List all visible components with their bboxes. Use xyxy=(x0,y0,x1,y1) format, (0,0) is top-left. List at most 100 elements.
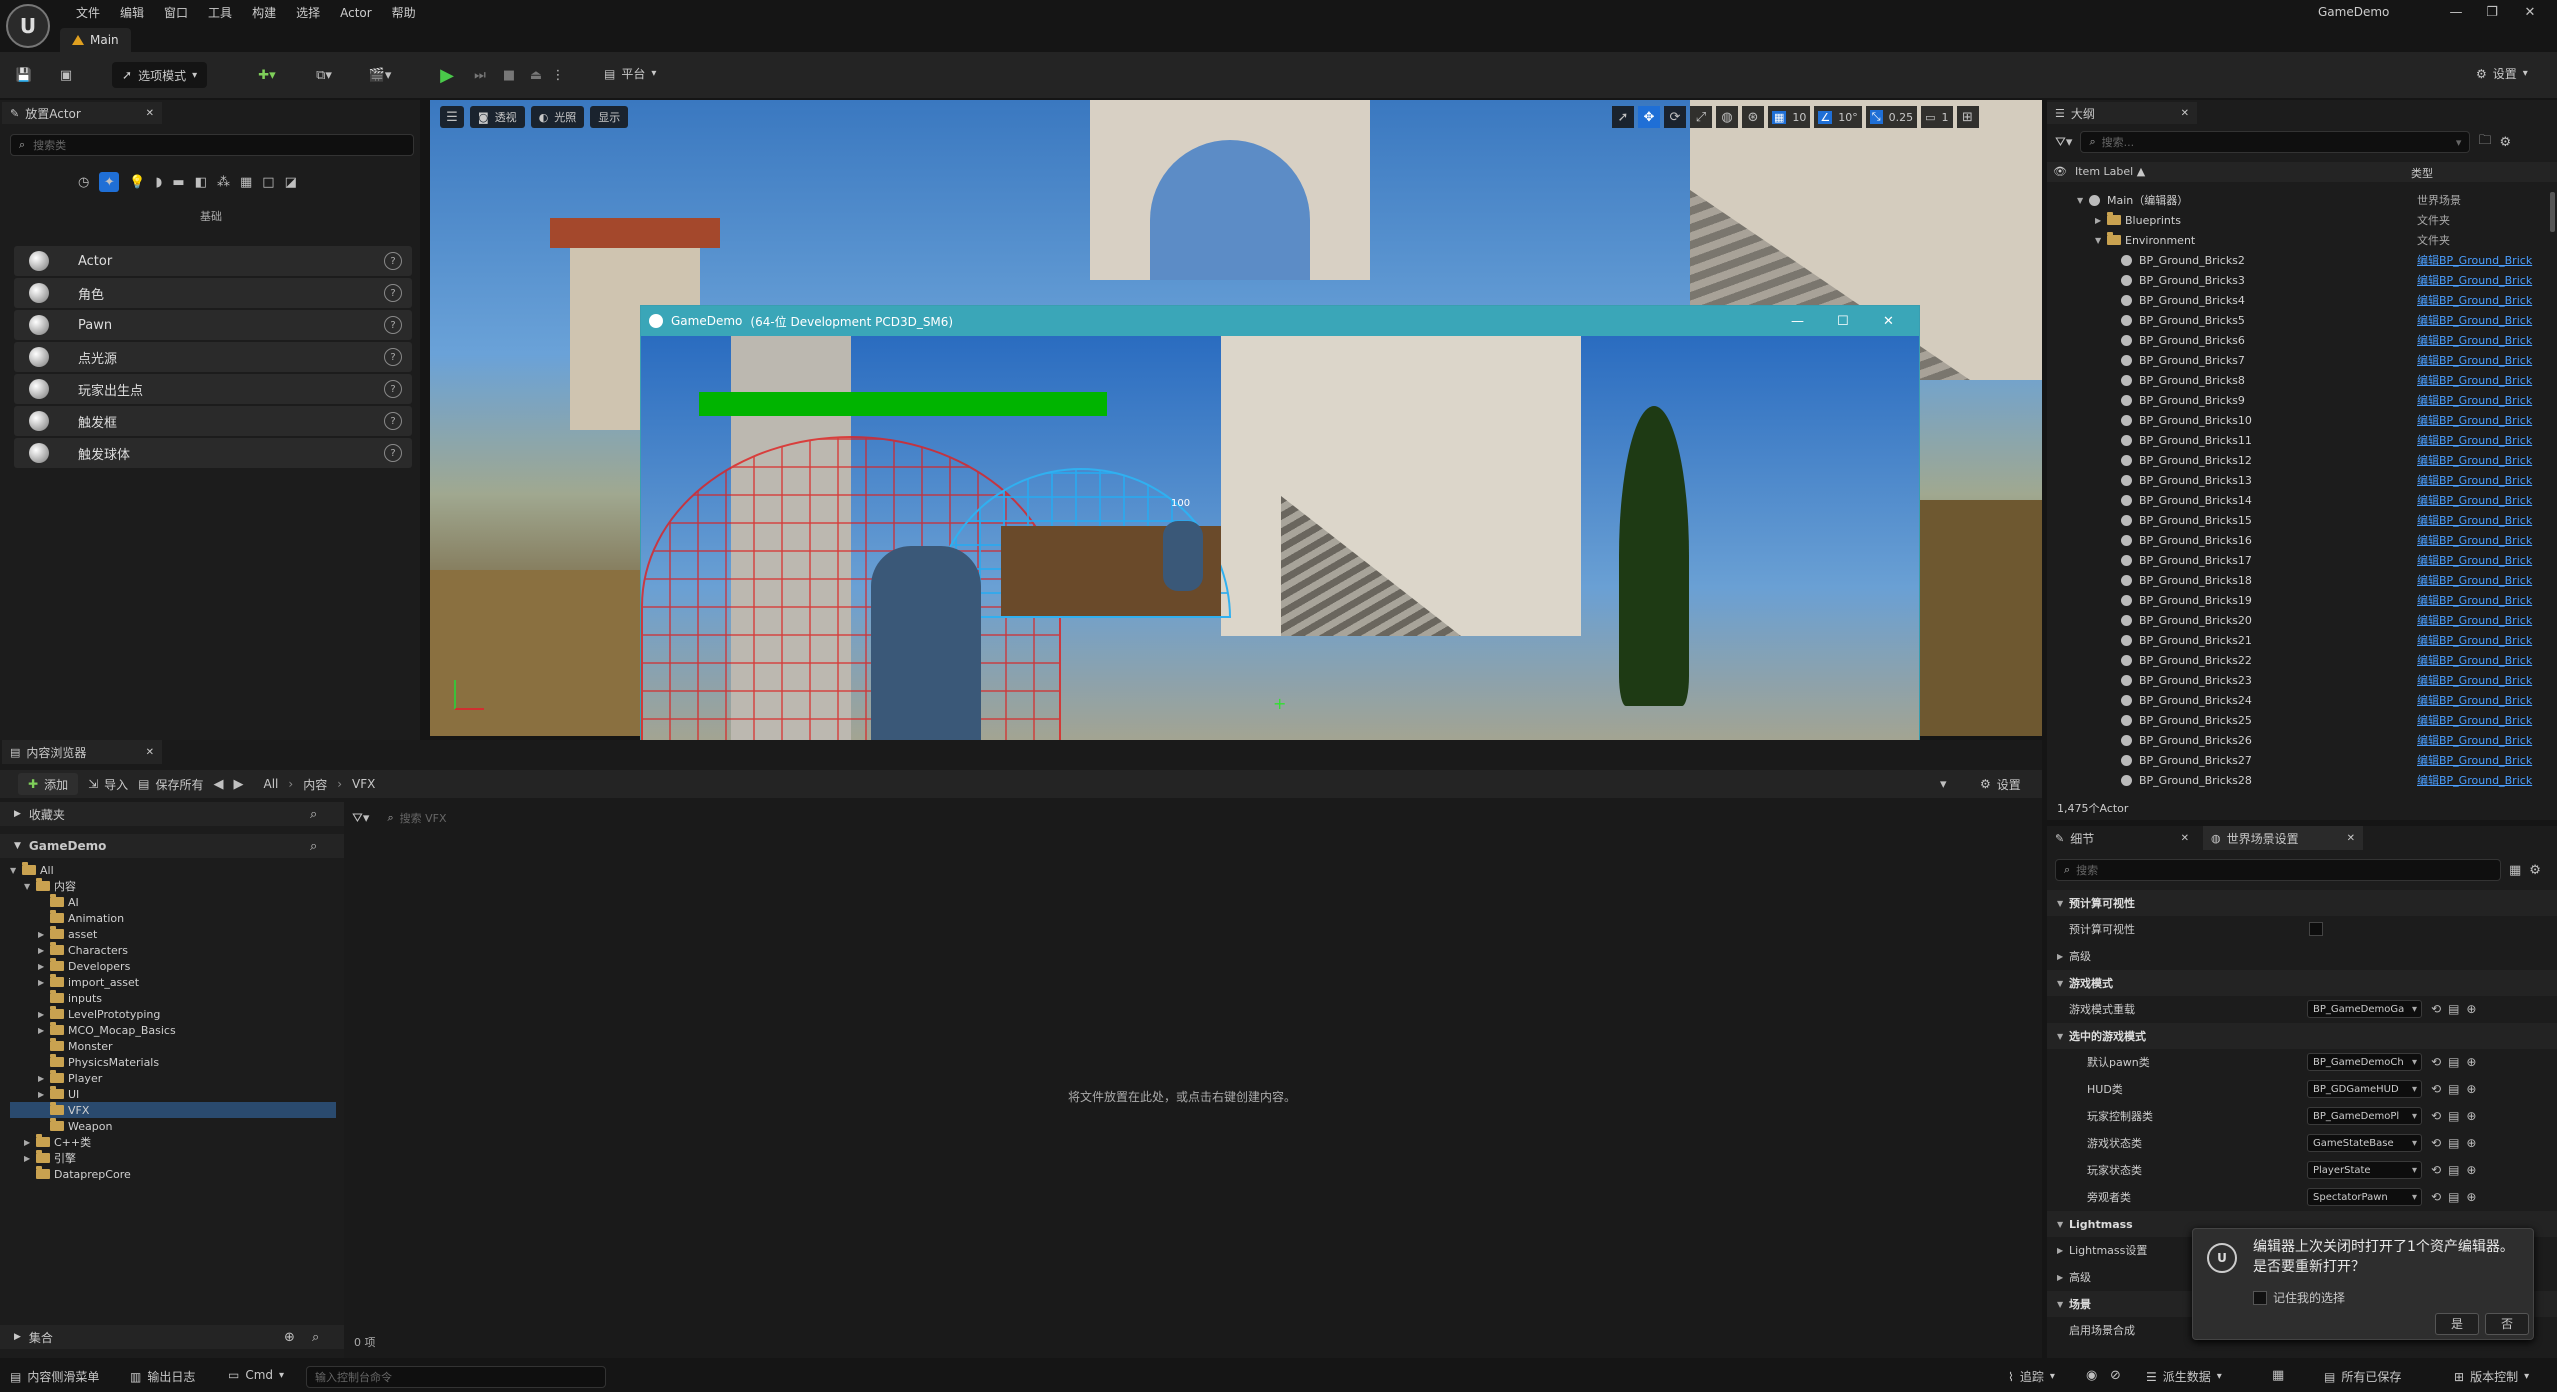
outliner-row[interactable]: BP_Ground_Bricks13 编辑BP_Ground_Brick xyxy=(2047,470,2557,490)
add-actor-icon[interactable]: ✚▾ xyxy=(252,65,282,85)
outliner-row[interactable]: ▶ Blueprints 文件夹 xyxy=(2047,210,2557,230)
search-icon[interactable]: ⌕ xyxy=(310,807,317,822)
perspective-button[interactable]: ◙ 透视 xyxy=(470,106,525,128)
help-icon[interactable]: ? xyxy=(384,444,402,462)
select-tool-icon[interactable]: ➚ xyxy=(1612,106,1634,128)
outliner-item-type[interactable]: 编辑BP_Ground_Brick xyxy=(2417,652,2557,668)
outliner-item-type[interactable]: 编辑BP_Ground_Brick xyxy=(2417,472,2557,488)
outliner-item-type[interactable]: 编辑BP_Ground_Brick xyxy=(2417,752,2557,768)
expand-arrow-icon[interactable]: ▶ xyxy=(2057,1246,2063,1255)
scale-tool-icon[interactable]: ⤢ xyxy=(1690,106,1712,128)
outliner-row[interactable]: BP_Ground_Bricks16 编辑BP_Ground_Brick xyxy=(2047,530,2557,550)
expand-arrow-icon[interactable]: ▶ xyxy=(38,1074,46,1083)
filter-icon[interactable]: ⛛▾ xyxy=(2055,135,2072,150)
outliner-row[interactable]: BP_Ground_Bricks5 编辑BP_Ground_Brick xyxy=(2047,310,2557,330)
close-tab-icon[interactable]: ✕ xyxy=(2347,833,2355,844)
detail-row[interactable]: 旁观者类 SpectatorPawn ⟲ ▤ ⊕ xyxy=(2047,1184,2557,1210)
minimize-icon[interactable]: — xyxy=(2446,2,2466,22)
yes-button[interactable]: 是 xyxy=(2435,1313,2479,1335)
outliner-row[interactable]: BP_Ground_Bricks26 编辑BP_Ground_Brick xyxy=(2047,730,2557,750)
outliner-row[interactable]: BP_Ground_Bricks24 编辑BP_Ground_Brick xyxy=(2047,690,2557,710)
outliner-row[interactable]: BP_Ground_Bricks21 编辑BP_Ground_Brick xyxy=(2047,630,2557,650)
translate-tool-icon[interactable]: ✥ xyxy=(1638,106,1660,128)
outliner-item-type[interactable]: 编辑BP_Ground_Brick xyxy=(2417,572,2557,588)
project-header[interactable]: ▼ GameDemo ⌕ xyxy=(0,834,344,858)
trace-button[interactable]: ⌇ 追踪 ▾ xyxy=(2008,1368,2055,1385)
menu-item[interactable]: 工具 xyxy=(198,2,242,24)
help-icon[interactable]: ? xyxy=(384,348,402,366)
type-column[interactable]: 类型 xyxy=(2411,165,2433,181)
outliner-search[interactable]: ⌕ 搜索... ▾ xyxy=(2080,131,2471,153)
maximize-viewport-icon[interactable]: ⊞ xyxy=(1956,106,1979,128)
browse-icon[interactable]: ⟲ xyxy=(2431,1190,2441,1204)
rotate-tool-icon[interactable]: ⟳ xyxy=(1664,106,1686,128)
outliner-row[interactable]: BP_Ground_Bricks27 编辑BP_Ground_Brick xyxy=(2047,750,2557,770)
geometry-icon[interactable]: □ xyxy=(262,175,274,190)
outliner-row[interactable]: BP_Ground_Bricks25 编辑BP_Ground_Brick xyxy=(2047,710,2557,730)
revision-icon[interactable]: ⊘ xyxy=(2110,1368,2121,1383)
help-icon[interactable]: ? xyxy=(384,284,402,302)
scale-snap-button[interactable]: ⤡ 0.25 xyxy=(1865,106,1918,128)
filter-icon[interactable]: ⛛▾ xyxy=(352,811,369,826)
outliner-row[interactable]: BP_Ground_Bricks23 编辑BP_Ground_Brick xyxy=(2047,670,2557,690)
grid-snap-button[interactable]: ▦ 10 xyxy=(1768,106,1811,128)
detail-row[interactable]: ▼ 选中的游戏模式 xyxy=(2047,1023,2557,1049)
forward-icon[interactable]: ▶ xyxy=(234,777,244,792)
outliner-item-type[interactable]: 编辑BP_Ground_Brick xyxy=(2417,492,2557,508)
outliner-item-type[interactable]: 编辑BP_Ground_Brick xyxy=(2417,532,2557,548)
close-icon[interactable]: ✕ xyxy=(2520,2,2540,22)
outliner-item-type[interactable]: 编辑BP_Ground_Brick xyxy=(2417,592,2557,608)
find-asset-icon[interactable]: ▤ xyxy=(2448,1082,2459,1096)
content-browser-icon[interactable]: ▣ xyxy=(56,65,76,85)
folder-tree-item[interactable]: ▼ All xyxy=(10,862,54,878)
class-dropdown[interactable]: BP_GameDemoGa xyxy=(2307,1000,2422,1018)
find-asset-icon[interactable]: ▤ xyxy=(2448,1136,2459,1150)
detail-row[interactable]: ▶ 高级 xyxy=(2047,943,2557,969)
game-minimize-icon[interactable]: — xyxy=(1791,314,1804,329)
basic-icon[interactable]: ✦ xyxy=(99,172,120,192)
expand-arrow-icon[interactable]: ▶ xyxy=(2095,216,2101,225)
menu-item[interactable]: 构建 xyxy=(242,2,286,24)
step-icon[interactable]: ⏭ xyxy=(470,65,490,85)
outliner-item-type[interactable]: 编辑BP_Ground_Brick xyxy=(2417,392,2557,408)
cinematic-icon[interactable]: ▬ xyxy=(172,175,184,190)
folder-tree-item[interactable]: DataprepCore xyxy=(24,1166,131,1182)
outliner-item-type[interactable]: 编辑BP_Ground_Brick xyxy=(2417,332,2557,348)
detail-row[interactable]: HUD类 BP_GDGameHUD ⟲ ▤ ⊕ xyxy=(2047,1076,2557,1102)
add-asset-icon[interactable]: ⊕ xyxy=(2466,1055,2476,1069)
menu-item[interactable]: 帮助 xyxy=(382,2,426,24)
outliner-tab[interactable]: ☰ 大纲 ✕ xyxy=(2047,102,2197,124)
recent-icon[interactable]: ◷ xyxy=(78,175,89,190)
outliner-item-type[interactable]: 编辑BP_Ground_Brick xyxy=(2417,692,2557,708)
outliner-item-type[interactable]: 编辑BP_Ground_Brick xyxy=(2417,772,2557,788)
derived-data-button[interactable]: ☰ 派生数据 ▾ xyxy=(2146,1368,2222,1385)
outliner-item-type[interactable]: 编辑BP_Ground_Brick xyxy=(2417,312,2557,328)
asset-search[interactable]: ⌕ 搜索 VFX xyxy=(379,807,979,829)
outliner-row[interactable]: BP_Ground_Bricks22 编辑BP_Ground_Brick xyxy=(2047,650,2557,670)
browse-icon[interactable]: ⟲ xyxy=(2431,1055,2441,1069)
folder-tree-item[interactable]: ▶ LevelPrototyping xyxy=(38,1006,160,1022)
outliner-row[interactable]: BP_Ground_Bricks11 编辑BP_Ground_Brick xyxy=(2047,430,2557,450)
source-history-icon[interactable]: ▦ xyxy=(2272,1368,2284,1383)
find-asset-icon[interactable]: ▤ xyxy=(2448,1055,2459,1069)
help-icon[interactable]: ? xyxy=(384,316,402,334)
outliner-item-type[interactable]: 编辑BP_Ground_Brick xyxy=(2417,712,2557,728)
outliner-row[interactable]: BP_Ground_Bricks9 编辑BP_Ground_Brick xyxy=(2047,390,2557,410)
restore-icon[interactable]: ❐ xyxy=(2482,2,2502,22)
outliner-item-type[interactable]: 编辑BP_Ground_Brick xyxy=(2417,432,2557,448)
add-asset-icon[interactable]: ⊕ xyxy=(2466,1109,2476,1123)
expand-arrow-icon[interactable]: ▶ xyxy=(38,1090,46,1099)
expand-arrow-icon[interactable]: ▶ xyxy=(24,1154,32,1163)
detail-row[interactable]: 预计算可视性 xyxy=(2047,916,2557,942)
outliner-row[interactable]: BP_Ground_Bricks20 编辑BP_Ground_Brick xyxy=(2047,610,2557,630)
content-browser-tab[interactable]: ▤ 内容浏览器 ✕ xyxy=(2,740,162,764)
save-icon[interactable]: 💾 xyxy=(14,65,34,85)
add-asset-icon[interactable]: ⊕ xyxy=(2466,1136,2476,1150)
asset-action-icons[interactable]: ⟲ ▤ ⊕ xyxy=(2431,1163,2476,1177)
folder-tree-item[interactable]: PhysicsMaterials xyxy=(38,1054,159,1070)
world-local-icon[interactable]: ◍ xyxy=(1716,106,1738,128)
browse-icon[interactable]: ⟲ xyxy=(2431,1136,2441,1150)
detail-row[interactable]: 玩家控制器类 BP_GameDemoPl ⟲ ▤ ⊕ xyxy=(2047,1103,2557,1129)
outliner-scrollbar[interactable] xyxy=(2550,192,2555,232)
place-actor-item[interactable]: 触发球体? xyxy=(14,438,412,468)
